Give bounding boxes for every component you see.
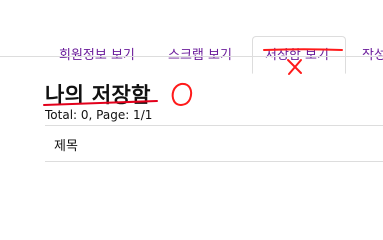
tab-saved-box[interactable]: 저장함 보기: [252, 36, 346, 74]
table-header-title: 제목: [54, 139, 78, 154]
page-summary: Total: 0, Page: 1/1: [45, 108, 153, 122]
tab-bar: 회원정보 보기 스크랩 보기 저장함 보기 작성: [0, 17, 383, 74]
tab-divider: [0, 56, 383, 57]
page: 회원정보 보기 스크랩 보기 저장함 보기 작성 나의 저장함 Total: 0…: [0, 0, 383, 230]
page-title: 나의 저장함: [45, 83, 151, 107]
table-bottom-divider: [45, 161, 383, 162]
table-top-divider: [45, 125, 383, 126]
o-mark: [171, 82, 193, 106]
